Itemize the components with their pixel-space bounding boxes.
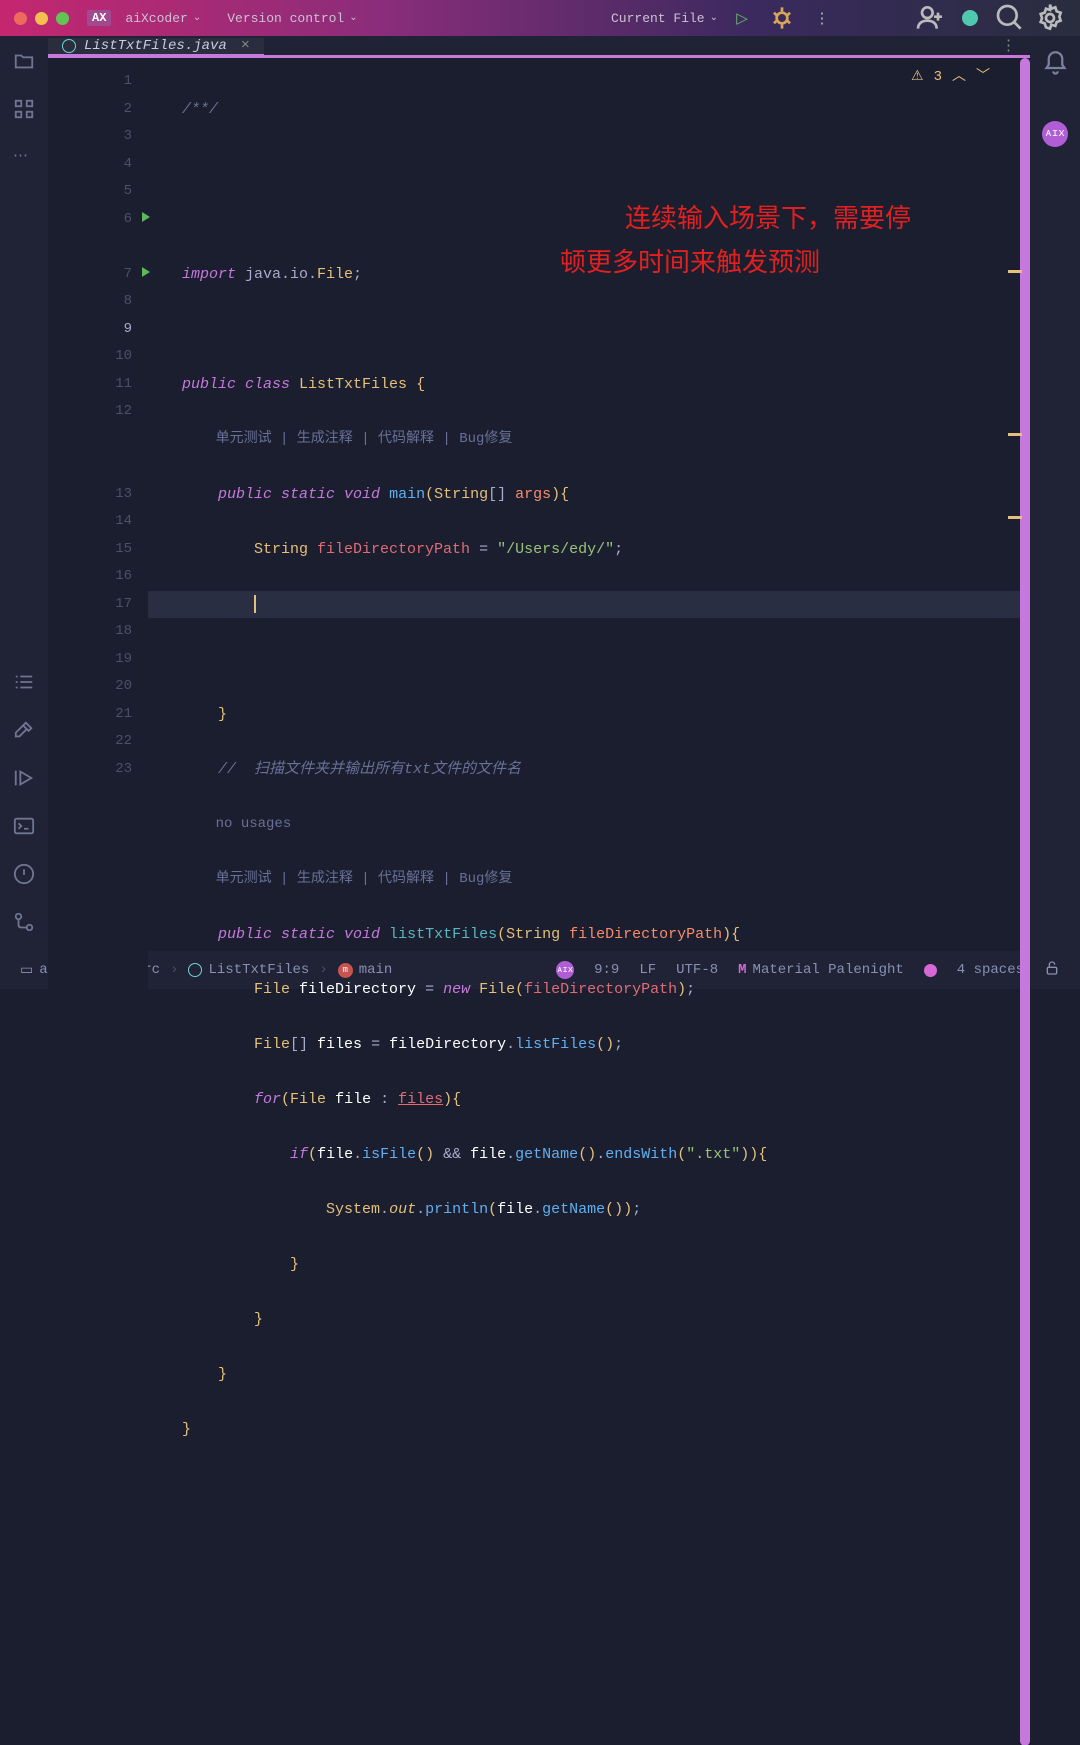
add-user-icon[interactable] [914,2,946,34]
avatar-icon[interactable] [954,2,986,34]
minimap-scrollbar[interactable] [1020,58,1030,1745]
git-icon[interactable] [13,911,35,933]
close-window-icon[interactable] [14,12,27,25]
settings-icon[interactable] [1034,2,1066,34]
more-icon[interactable]: ⋮ [806,2,838,34]
debug-icon[interactable] [766,2,798,34]
structure-icon[interactable] [13,98,35,120]
minimize-window-icon[interactable] [35,12,48,25]
line-gutter: 123456 789101112 1314151617181920212223 [48,58,148,1745]
chevron-down-icon: ⌄ [349,12,357,24]
run-icon[interactable]: ▷ [726,2,758,34]
play-icon[interactable] [13,767,35,789]
app-name-dropdown[interactable]: aiXcoder⌄ [125,11,201,26]
nav-down-icon[interactable]: ﹀ [976,64,990,92]
terminal-icon[interactable] [13,815,35,837]
bell-icon[interactable] [1042,50,1069,77]
tab-label: ListTxtFiles.java [84,38,227,54]
right-sidebar: ᴀɪx [1030,36,1080,951]
app-badge: AX [87,10,111,26]
search-icon[interactable] [994,2,1026,34]
warning-triangle-icon: ⚠ [911,64,924,92]
code-area[interactable]: /**/ import java.io.File; public class L… [148,58,1030,1745]
folder-icon[interactable] [13,50,35,72]
code-lens-hint[interactable]: 单元测试 | 生成注释 | 代码解释 | Bug修复 [182,426,1030,454]
aix-badge-icon[interactable]: ᴀɪx [1042,121,1068,147]
nav-up-icon[interactable]: ︿ [952,64,966,92]
warning-icon[interactable] [13,863,35,885]
titlebar: AX aiXcoder⌄ Version control⌄ Current Fi… [0,0,1080,36]
current-file-dropdown[interactable]: Current File⌄ [611,11,718,26]
list-icon[interactable] [13,671,35,693]
hammer-icon[interactable] [13,719,35,741]
chevron-down-icon: ⌄ [193,12,201,24]
tab-menu-icon[interactable]: ⋮ [987,36,1030,55]
close-tab-icon[interactable]: × [241,37,250,54]
editor-tabs: ListTxtFiles.java × ⋮ [48,36,1030,58]
code-lens-hint[interactable]: 单元测试 | 生成注释 | 代码解释 | Bug修复 [216,871,513,887]
tab-file[interactable]: ListTxtFiles.java × [48,38,264,57]
more-icon[interactable]: ⋯ [13,146,35,168]
maximize-window-icon[interactable] [56,12,69,25]
chevron-down-icon: ⌄ [710,12,718,24]
editor-badges[interactable]: ⚠3 ︿ ﹀ [911,64,990,92]
java-file-icon [62,39,76,53]
text-caret [254,595,256,613]
lock-icon[interactable] [1044,960,1060,981]
left-sidebar: ⋯ [0,36,48,951]
annotation-overlay: 连续输入场景下，需要停顿更多时间来触发预测 [560,153,1000,330]
editor[interactable]: 123456 789101112 1314151617181920212223 … [48,58,1030,1745]
version-control-dropdown[interactable]: Version control⌄ [227,11,357,26]
